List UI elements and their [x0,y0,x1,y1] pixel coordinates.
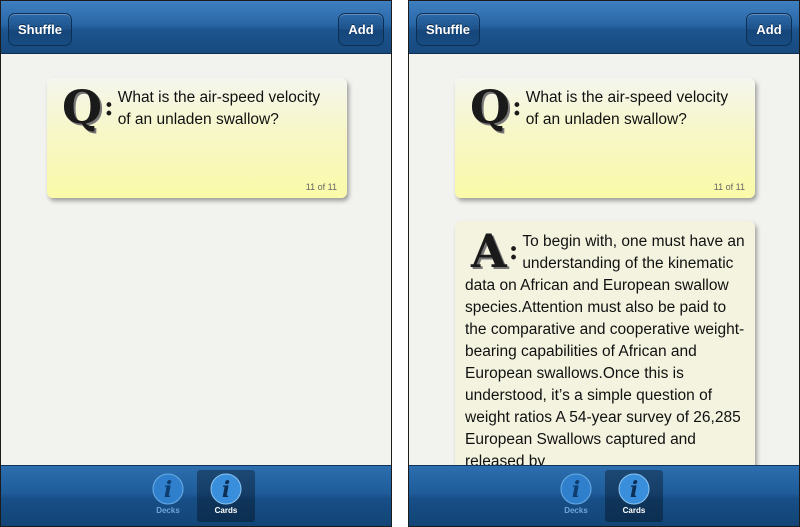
tab-decks[interactable]: i Decks [139,470,197,522]
shuffle-button[interactable]: Shuffle [8,13,72,46]
tab-cards-label: Cards [622,506,646,515]
answer-colon: : [508,236,519,266]
svg-text:i: i [572,477,580,503]
tab-decks[interactable]: i Decks [547,470,605,522]
right-screen: Shuffle Add Q: What is the air-speed velo… [408,0,800,527]
add-button[interactable]: Add [338,13,384,46]
bottom-tab-bar: i Decks i Cards [409,465,799,526]
answer-marker: A [471,224,507,278]
tab-cards[interactable]: i Cards [605,470,663,522]
info-icon: i [618,473,650,505]
card-counter: 11 of 11 [713,182,745,192]
question-content: Q: What is the air-speed velocity of an u… [56,80,337,134]
svg-text:i: i [222,477,230,503]
svg-text:i: i [630,477,638,503]
question-colon: : [104,92,114,122]
svg-text:i: i [164,477,172,503]
tab-cards-label: Cards [214,506,238,515]
top-navigation-bar: Shuffle Add [1,1,391,54]
question-card[interactable]: Q: What is the air-speed velocity of an u… [47,78,347,198]
question-card[interactable]: Q: What is the air-speed velocity of an u… [455,78,755,198]
question-marker: Q [62,80,103,134]
info-icon: i [152,473,184,505]
left-screen: Shuffle Add Q: What is the air-speed velo… [0,0,392,527]
question-text: What is the air-speed velocity of an unl… [117,89,321,128]
card-counter: 11 of 11 [305,182,337,192]
answer-content: A: To begin with, one must have an unders… [465,224,745,473]
bottom-tab-bar: i Decks i Cards [1,465,391,526]
info-icon: i [210,473,242,505]
tab-decks-label: Decks [156,506,180,515]
tab-decks-label: Decks [564,506,588,515]
add-button[interactable]: Add [746,13,792,46]
question-text: What is the air-speed velocity of an unl… [525,89,729,128]
shuffle-button[interactable]: Shuffle [416,13,480,46]
tab-cards[interactable]: i Cards [197,470,255,522]
top-navigation-bar: Shuffle Add [409,1,799,54]
question-content: Q: What is the air-speed velocity of an u… [464,80,745,134]
question-marker: Q [470,80,511,134]
question-colon: : [512,92,522,122]
info-icon: i [560,473,592,505]
